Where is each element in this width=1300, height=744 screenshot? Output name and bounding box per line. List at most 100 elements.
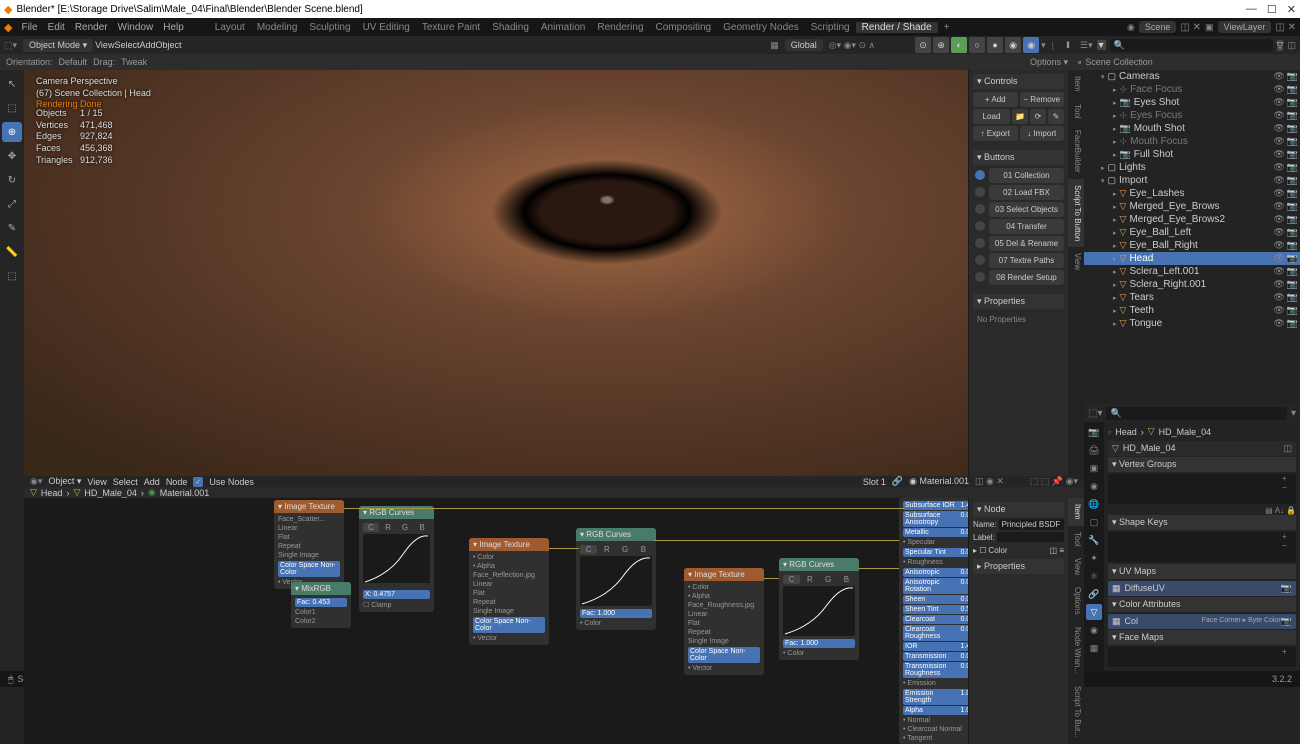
outliner-item[interactable]: ▾▢Import👁📷 — [1084, 174, 1300, 187]
scale-tool[interactable]: ⤢ — [2, 194, 22, 214]
visibility-icon[interactable]: 👁 — [1273, 214, 1284, 225]
slot-selector[interactable]: Slot 1 — [863, 477, 886, 487]
workspace-tab[interactable]: Texture Paint — [416, 22, 486, 33]
outliner-item[interactable]: ▸▽Teeth👁📷 — [1084, 304, 1300, 317]
render-icon[interactable]: 📷 — [1287, 71, 1298, 82]
mode-selector[interactable]: Object Mode ▾ — [23, 39, 93, 52]
solid-shading[interactable]: ● — [987, 37, 1003, 53]
principled-bsdf-node[interactable]: Subsurface IOR1.400Subsurface Anisotropy… — [899, 498, 968, 744]
mesh-name-field[interactable]: ▽ HD_Male_04◫ — [1108, 441, 1296, 456]
n-panel-tab[interactable]: Node Wran... — [1068, 621, 1084, 680]
script-button[interactable]: 08 Render Setup — [989, 270, 1064, 285]
menu-file[interactable]: File — [16, 22, 42, 33]
workspace-tab[interactable]: Sculpting — [303, 22, 356, 33]
props-search[interactable]: 🔍 — [1106, 407, 1287, 420]
n-panel-tab[interactable]: Options — [1068, 581, 1084, 621]
bc-material2[interactable]: Material.001 — [160, 488, 210, 498]
color-attr-item[interactable]: ▦ ColFace Corner ▸ Byte Color 📷 — [1108, 614, 1296, 629]
gizmo-toggle[interactable]: ⊙ — [915, 37, 931, 53]
color-attrs-hdr[interactable]: ▾ Color Attributes — [1108, 597, 1296, 612]
close-button[interactable]: ✕ — [1287, 3, 1296, 16]
script-dot-icon[interactable] — [975, 204, 985, 214]
outliner-item[interactable]: ▸▽Eye_Ball_Right👁📷 — [1084, 239, 1300, 252]
visibility-icon[interactable]: 👁 — [1273, 188, 1284, 199]
view-menu[interactable]: View — [95, 40, 114, 50]
maximize-button[interactable]: ☐ — [1267, 3, 1277, 16]
outliner-item[interactable]: ▸▽Sclera_Left.001👁📷 — [1084, 265, 1300, 278]
mix-node[interactable]: ▾ MixRGBFac: 0.453Color1Color2 — [291, 582, 351, 628]
workspace-tab[interactable]: Animation — [535, 22, 591, 33]
import-button[interactable]: ↓ Import — [1020, 126, 1065, 141]
render-icon[interactable]: 📷 — [1287, 253, 1298, 264]
outliner-search[interactable]: 🔍 — [1110, 39, 1273, 52]
workspace-tab[interactable]: Render / Shade — [856, 22, 938, 33]
outliner-item[interactable]: ▸▽Eye_Ball_Left👁📷 — [1084, 226, 1300, 239]
face-maps-hdr[interactable]: ▾ Face Maps — [1108, 630, 1296, 645]
outliner-item[interactable]: ▸⊹Mouth Focus👁📷 — [1084, 135, 1300, 148]
node-panel-hdr[interactable]: ▾ Node — [973, 502, 1064, 517]
outliner-item[interactable]: ▸▽Head👁📷 — [1084, 252, 1300, 265]
scene-selector[interactable]: Scene — [1139, 21, 1177, 33]
outliner-item[interactable]: ▸▽Merged_Eye_Brows2👁📷 — [1084, 213, 1300, 226]
workspace-tab[interactable]: Modeling — [251, 22, 304, 33]
script-button[interactable]: 07 Textre Paths — [989, 253, 1064, 268]
rendered-shading[interactable]: ◉ — [1023, 37, 1039, 53]
orientation-dropdown[interactable]: Default — [59, 57, 88, 67]
render-icon[interactable]: 📷 — [1287, 162, 1298, 173]
edit-icon[interactable]: ✎ — [1048, 109, 1064, 124]
data-tab-icon[interactable]: ▽ — [1086, 604, 1102, 620]
vg-lock-icon[interactable]: 🔒 — [1286, 506, 1296, 515]
use-nodes-check[interactable]: ✓ — [193, 477, 203, 487]
node-view[interactable]: View — [87, 477, 106, 487]
node-node[interactable]: Node — [166, 477, 188, 487]
material-tab-icon[interactable]: ◉ — [1086, 622, 1102, 638]
workspace-tab[interactable]: Rendering — [591, 22, 649, 33]
visibility-icon[interactable]: 👁 — [1273, 201, 1284, 212]
scene-collection-root[interactable]: Scene Collection — [1085, 57, 1153, 67]
pause-icon[interactable]: ‖ — [1060, 37, 1076, 53]
buttons-header[interactable]: ▾ Buttons — [973, 150, 1064, 165]
render-icon[interactable]: 📷 — [1287, 240, 1298, 251]
outliner-item[interactable]: ▸▢Lights👁📷 — [1084, 161, 1300, 174]
visibility-icon[interactable]: 👁 — [1273, 149, 1284, 160]
rem-sk-icon[interactable]: − — [1282, 541, 1296, 550]
measure-tool[interactable]: 📏 — [2, 242, 22, 262]
script-dot-icon[interactable] — [975, 255, 985, 265]
export-button[interactable]: ↑ Export — [973, 126, 1018, 141]
render-icon[interactable]: 📷 — [1287, 149, 1298, 160]
add-fm-icon[interactable]: + — [1282, 647, 1287, 656]
move-tool[interactable]: ✥ — [2, 146, 22, 166]
node-name-field[interactable]: Principled BSDF — [999, 519, 1064, 530]
workspace-tab[interactable]: Layout — [209, 22, 251, 33]
outliner-item[interactable]: ▸📷Mouth Shot👁📷 — [1084, 122, 1300, 135]
math-node[interactable]: X: 0.4757☐ Clamp — [359, 583, 434, 612]
rotate-tool[interactable]: ↻ — [2, 170, 22, 190]
outliner-item[interactable]: ▸▽Merged_Eye_Brows👁📷 — [1084, 200, 1300, 213]
visibility-icon[interactable]: 👁 — [1273, 305, 1284, 316]
controls-header[interactable]: ▾ Controls — [973, 74, 1064, 89]
outliner-item[interactable]: ▸▽Tears👁📷 — [1084, 291, 1300, 304]
open-icon[interactable]: 📁 — [1012, 109, 1028, 124]
n-panel-tab[interactable]: View — [1068, 247, 1084, 276]
n-panel-tab[interactable]: Item — [1068, 70, 1084, 98]
script-button[interactable]: 01 Collection — [989, 168, 1064, 183]
editor-type-icon[interactable]: ⬚▾ — [4, 40, 17, 51]
output-tab-icon[interactable]: 🖨 — [1086, 442, 1102, 458]
node-canvas[interactable]: ▾ Image TextureFace_Scatter...LinearFlat… — [24, 498, 968, 744]
uv-maps-hdr[interactable]: ▾ UV Maps — [1108, 564, 1296, 579]
image-texture-node[interactable]: ▾ Image Texture• Color• AlphaFace_Reflec… — [469, 538, 549, 645]
visibility-icon[interactable]: 👁 — [1273, 227, 1284, 238]
shape-keys-hdr[interactable]: ▾ Shape Keys — [1108, 515, 1296, 530]
render-tab-icon[interactable]: 📷 — [1086, 424, 1102, 440]
render-icon[interactable]: 📷 — [1287, 227, 1298, 238]
workspace-tab[interactable]: Shading — [486, 22, 535, 33]
tweak-tool[interactable]: ↖ — [2, 74, 22, 94]
outliner-item[interactable]: ▸📷Eyes Shot👁📷 — [1084, 96, 1300, 109]
minimize-button[interactable]: — — [1246, 3, 1257, 16]
script-dot-icon[interactable] — [975, 187, 985, 197]
outliner-type-icon[interactable]: ☰▾ — [1080, 40, 1093, 51]
props-bc-data[interactable]: HD_Male_04 — [1159, 427, 1212, 437]
render-icon[interactable]: 📷 — [1287, 110, 1298, 121]
add-menu[interactable]: Add — [139, 40, 155, 50]
menu-render[interactable]: Render — [70, 22, 113, 33]
